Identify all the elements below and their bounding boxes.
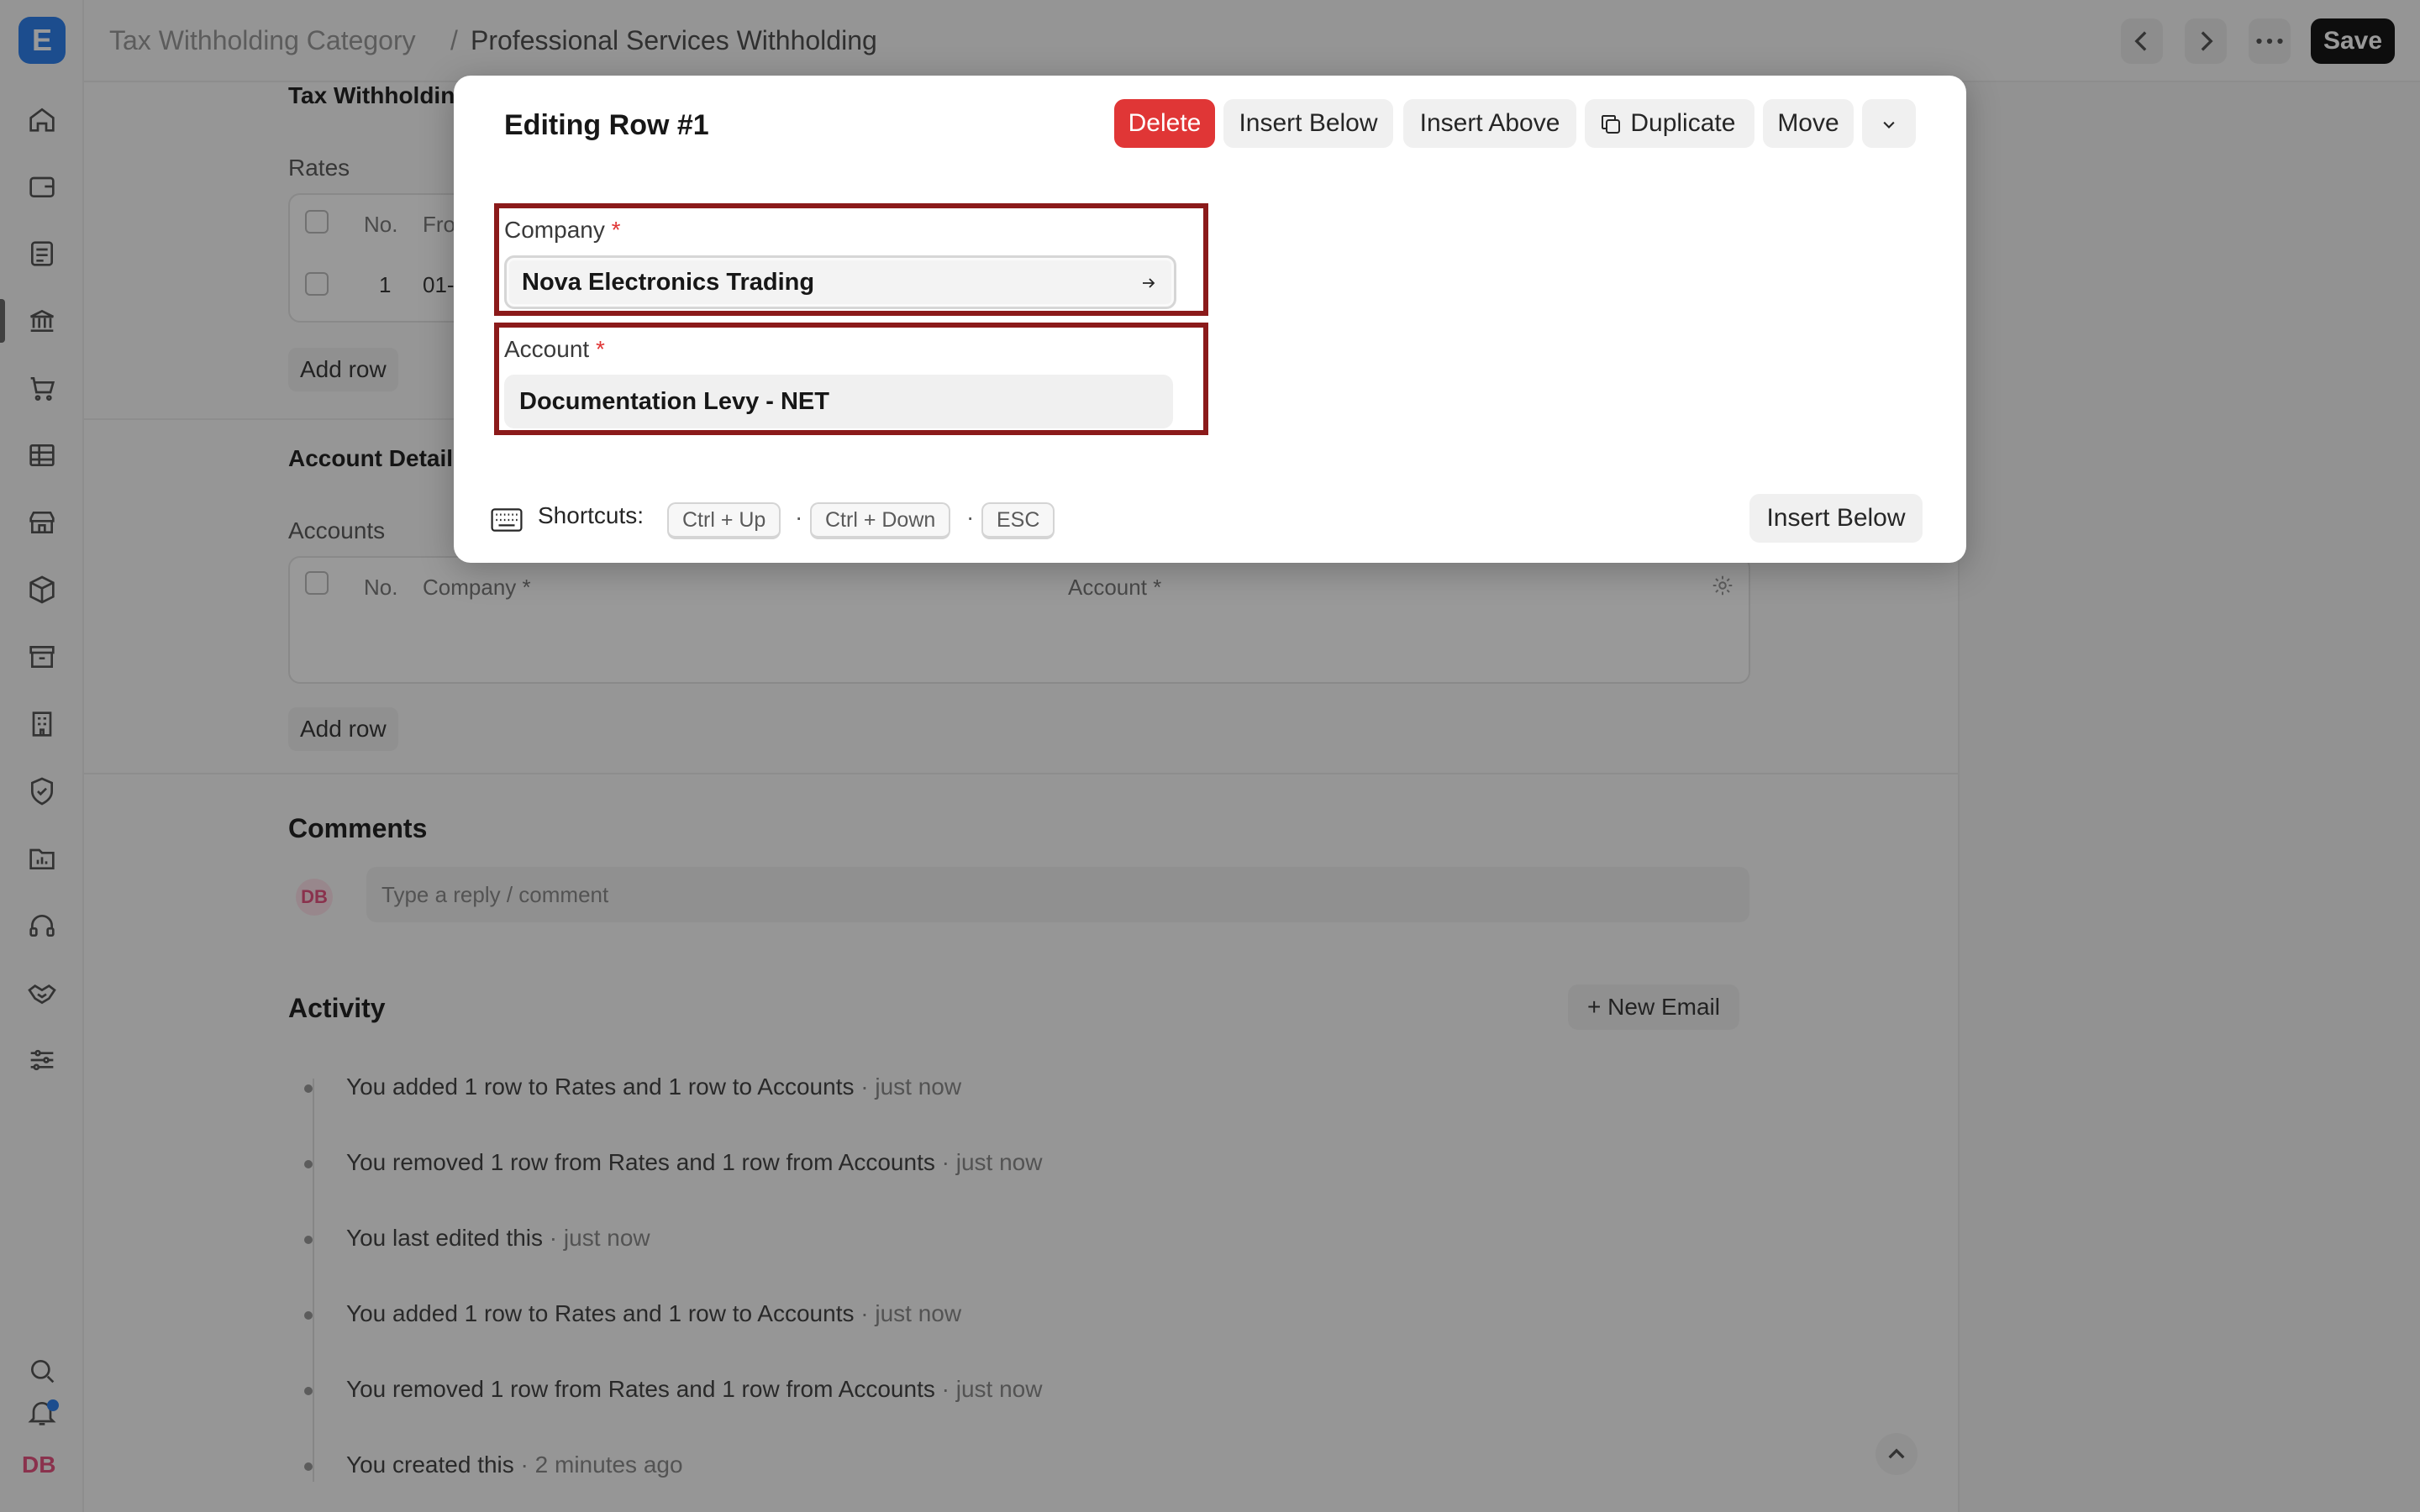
account-field[interactable]: Documentation Levy - NET	[504, 375, 1173, 428]
shortcut-esc: ESC	[981, 502, 1055, 539]
shortcuts-label: Shortcuts:	[538, 502, 644, 528]
copy-icon	[1602, 115, 1620, 134]
arrow-right-icon[interactable]	[1139, 273, 1159, 293]
move-row-button[interactable]: Move	[1763, 99, 1854, 148]
collapse-dialog-button[interactable]	[1862, 99, 1916, 148]
shortcut-ctrl-down: Ctrl + Down	[810, 502, 951, 539]
insert-below-footer-button[interactable]: Insert Below	[1749, 494, 1923, 543]
shortcut-separator: ·	[795, 504, 803, 530]
shortcut-ctrl-up: Ctrl + Up	[667, 502, 781, 539]
company-field[interactable]: Nova Electronics Trading	[504, 255, 1176, 309]
account-label: Account *	[504, 336, 605, 362]
insert-below-button[interactable]: Insert Below	[1223, 99, 1393, 148]
duplicate-row-button[interactable]: Duplicate	[1585, 99, 1754, 148]
edit-row-dialog: Editing Row #1 Delete Insert Below Inser…	[454, 76, 1966, 563]
insert-above-button[interactable]: Insert Above	[1403, 99, 1576, 148]
dialog-title: Editing Row #1	[504, 109, 709, 141]
company-label: Company *	[504, 217, 621, 243]
company-value: Nova Electronics Trading	[522, 269, 815, 296]
account-value: Documentation Levy - NET	[519, 388, 829, 415]
shortcut-separator: ·	[966, 504, 975, 530]
chevron-down-icon	[1883, 122, 1895, 129]
delete-row-button[interactable]: Delete	[1114, 99, 1215, 148]
duplicate-label: Duplicate	[1630, 109, 1736, 137]
keyboard-icon	[491, 508, 523, 532]
